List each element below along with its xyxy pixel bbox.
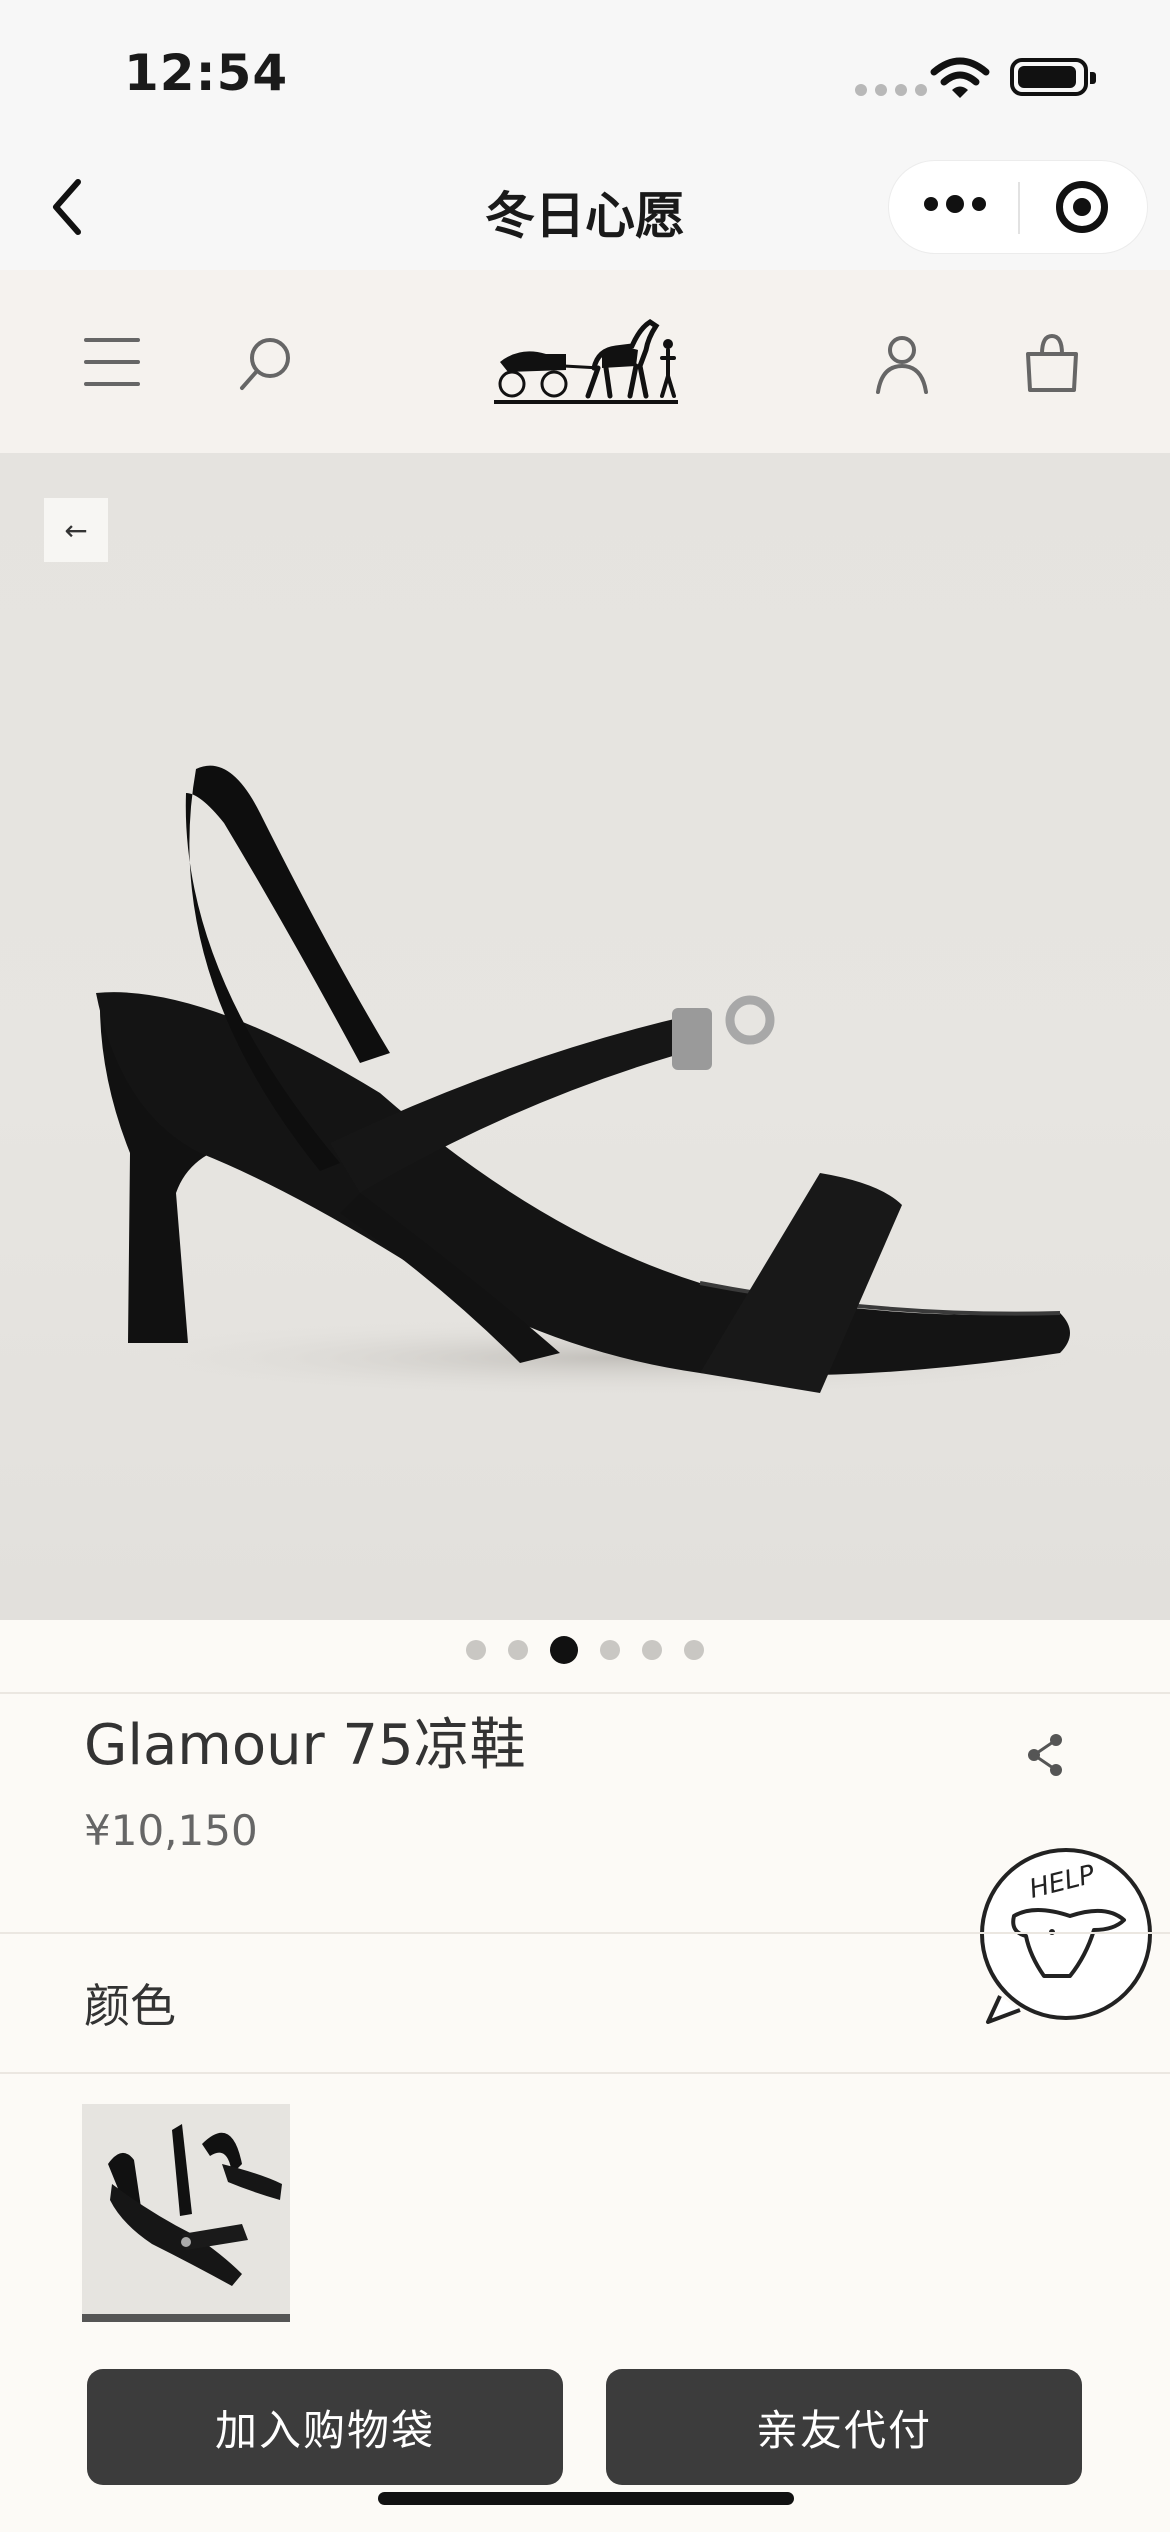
color-section-label: 颜色 <box>84 1979 176 2033</box>
close-miniprogram-icon[interactable] <box>1056 181 1108 233</box>
carousel-dot[interactable] <box>684 1640 704 1660</box>
battery-icon <box>1010 58 1096 96</box>
home-indicator <box>378 2492 794 2505</box>
account-icon[interactable] <box>874 334 930 394</box>
capsule-divider <box>1018 182 1020 234</box>
help-chat-icon[interactable]: HELP <box>974 1846 1156 2026</box>
color-swatch-thumbnail[interactable] <box>82 2104 290 2314</box>
more-options-icon[interactable] <box>924 195 986 213</box>
status-time: 12:54 <box>124 44 289 102</box>
add-to-cart-button[interactable]: 加入购物袋 <box>87 2369 563 2485</box>
carousel-dot[interactable] <box>466 1640 486 1660</box>
site-header <box>0 270 1170 453</box>
divider <box>0 1932 1170 1934</box>
carousel-dot[interactable] <box>642 1640 662 1660</box>
sandal-thumbnail-image <box>108 2124 282 2286</box>
share-icon[interactable] <box>1024 1732 1066 1778</box>
carousel-dots[interactable] <box>0 1636 1170 1664</box>
carousel-dot[interactable] <box>600 1640 620 1660</box>
product-image-carousel[interactable] <box>0 453 1170 1620</box>
shopping-bag-icon[interactable] <box>1024 332 1080 394</box>
wifi-icon <box>930 57 990 98</box>
carousel-dot[interactable] <box>508 1640 528 1660</box>
cellular-signal-icon <box>855 84 927 96</box>
carousel-dot-active[interactable] <box>550 1636 578 1664</box>
product-sandal-image <box>96 765 1140 1398</box>
divider <box>0 2072 1170 2074</box>
selected-swatch-indicator <box>82 2314 290 2322</box>
hero-back-arrow-button[interactable]: ← <box>44 498 108 562</box>
product-price: ¥10,150 <box>84 1806 258 1855</box>
brand-logo-carriage-icon[interactable] <box>490 310 682 410</box>
product-title: Glamour 75凉鞋 <box>84 1713 526 1778</box>
divider <box>0 1692 1170 1694</box>
menu-icon[interactable] <box>84 336 140 388</box>
friend-pay-button[interactable]: 亲友代付 <box>606 2369 1082 2485</box>
search-icon[interactable] <box>238 336 294 392</box>
